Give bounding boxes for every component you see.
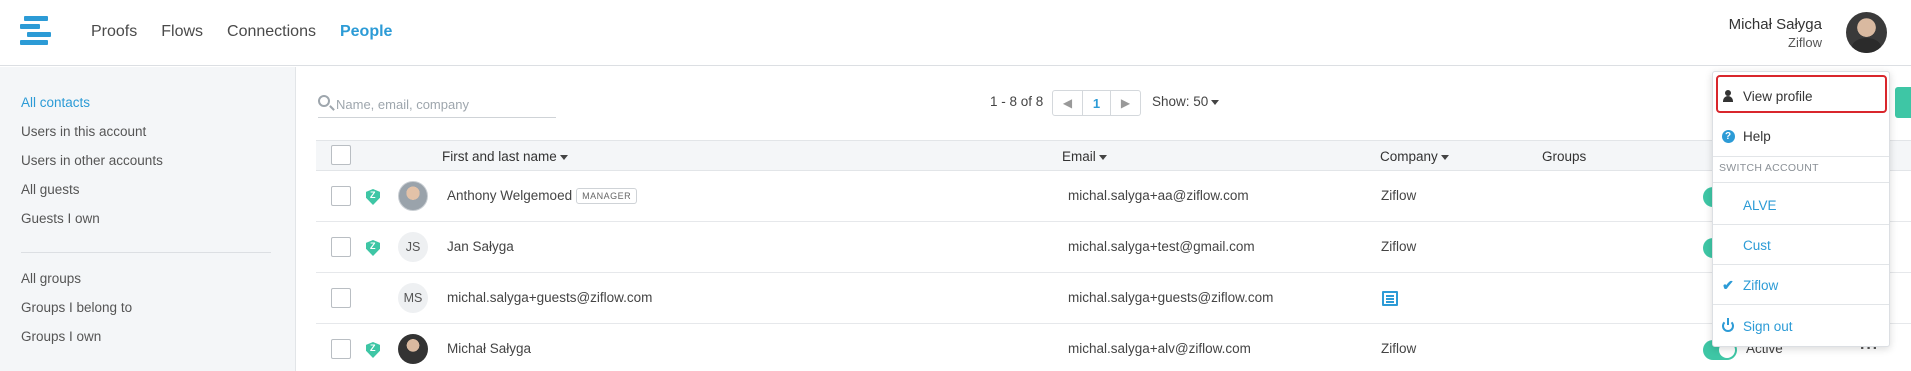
- column-name[interactable]: First and last name: [442, 149, 568, 164]
- sidebar-item-all-contacts[interactable]: All contacts: [21, 95, 90, 110]
- column-company-label: Company: [1380, 149, 1438, 164]
- row-checkbox[interactable]: [331, 339, 351, 359]
- menu-account-ziflow[interactable]: ✔ Ziflow: [1713, 265, 1889, 305]
- person-company: Ziflow: [1381, 341, 1417, 356]
- next-page-button[interactable]: ▶: [1111, 91, 1140, 115]
- table-row[interactable]: JS Jan Sałyga michal.salyga+test@gmail.c…: [316, 222, 1911, 273]
- page-size-label: Show: 50: [1152, 94, 1209, 109]
- table-row[interactable]: Anthony WelgemoedMANAGER michal.salyga+a…: [316, 171, 1911, 222]
- column-name-label: First and last name: [442, 149, 557, 164]
- sidebar-item-all-guests[interactable]: All guests: [21, 182, 80, 197]
- menu-divider: [1713, 304, 1889, 305]
- menu-sign-out[interactable]: Sign out: [1713, 306, 1889, 346]
- zshield-icon: [366, 189, 380, 205]
- nav-people[interactable]: People: [340, 23, 392, 41]
- menu-view-profile-label: View profile: [1743, 88, 1813, 104]
- menu-view-profile[interactable]: View profile: [1713, 76, 1889, 116]
- person-name[interactable]: Anthony Welgemoed MANAGER: [447, 188, 638, 205]
- avatar: [398, 181, 428, 211]
- top-navbar: Proofs Flows Connections People Michał S…: [0, 0, 1911, 66]
- row-checkbox[interactable]: [331, 186, 351, 206]
- sidebar-item-groups-i-belong[interactable]: Groups I belong to: [21, 300, 132, 315]
- person-name[interactable]: michal.salyga+guests@ziflow.com: [447, 290, 652, 305]
- nav-proofs[interactable]: Proofs: [91, 23, 137, 41]
- menu-sign-out-label: Sign out: [1743, 318, 1793, 334]
- menu-divider: [1713, 182, 1889, 183]
- page-size-select[interactable]: Show: 50: [1152, 94, 1220, 109]
- person-icon: [1723, 90, 1733, 102]
- avatar: [398, 334, 428, 364]
- person-company: Ziflow: [1381, 188, 1417, 203]
- caret-down-icon: [1211, 99, 1220, 105]
- account-label: Ziflow: [1743, 277, 1779, 293]
- row-checkbox[interactable]: [331, 237, 351, 257]
- person-email: michal.salyga+test@gmail.com: [1068, 239, 1255, 254]
- nav-flows[interactable]: Flows: [161, 23, 203, 41]
- prev-page-button[interactable]: ◀: [1053, 91, 1082, 115]
- person-name[interactable]: Jan Sałyga: [447, 239, 514, 254]
- sidebar-item-guests-i-own[interactable]: Guests I own: [21, 211, 100, 226]
- search-box: [318, 92, 556, 118]
- sidebar: All contacts Users in this account Users…: [0, 67, 296, 371]
- table-row[interactable]: Michał Sałyga michal.salyga+alv@ziflow.c…: [316, 324, 1911, 371]
- sidebar-item-groups-i-own[interactable]: Groups I own: [21, 329, 101, 344]
- table-row[interactable]: MS michal.salyga+guests@ziflow.com micha…: [316, 273, 1911, 324]
- person-email: michal.salyga+alv@ziflow.com: [1068, 341, 1251, 356]
- user-avatar[interactable]: [1846, 12, 1887, 53]
- sidebar-item-users-this-account[interactable]: Users in this account: [21, 124, 146, 139]
- power-icon: [1722, 318, 1734, 332]
- role-badge: MANAGER: [576, 188, 638, 205]
- sort-caret-icon: [1440, 154, 1449, 160]
- menu-account-cust[interactable]: Cust: [1713, 225, 1889, 265]
- person-company: Ziflow: [1381, 239, 1417, 254]
- avatar: JS: [398, 232, 428, 262]
- select-all-checkbox[interactable]: [331, 145, 351, 165]
- search-input[interactable]: [336, 92, 554, 116]
- column-email-label: Email: [1062, 149, 1096, 164]
- person-name-text: Anthony Welgemoed: [447, 188, 573, 203]
- user-menu-dropdown: View profile ? Help SWITCH ACCOUNT ALVE …: [1712, 71, 1890, 347]
- menu-divider: [1713, 156, 1889, 157]
- switch-account-header: SWITCH ACCOUNT: [1719, 162, 1819, 174]
- row-checkbox[interactable]: [331, 288, 351, 308]
- table-header: First and last name Email Company Groups: [316, 140, 1911, 171]
- zshield-icon: [366, 342, 380, 358]
- pagination: ◀ 1 ▶: [1052, 90, 1141, 116]
- person-email: michal.salyga+aa@ziflow.com: [1068, 188, 1249, 203]
- nav-connections[interactable]: Connections: [227, 23, 316, 41]
- sort-caret-icon: [559, 154, 568, 160]
- menu-help-label: Help: [1743, 128, 1771, 144]
- person-name[interactable]: Michał Sałyga: [447, 341, 531, 356]
- menu-account-alve[interactable]: ALVE: [1713, 185, 1889, 225]
- account-label: Cust: [1743, 237, 1771, 253]
- result-range: 1 - 8 of 8: [990, 94, 1044, 109]
- sort-caret-icon: [1098, 154, 1107, 160]
- sidebar-divider: [21, 252, 271, 253]
- avatar: MS: [398, 283, 428, 313]
- sidebar-item-all-groups[interactable]: All groups: [21, 271, 81, 286]
- main-nav: Proofs Flows Connections People: [91, 23, 392, 41]
- check-icon: ✔: [1722, 276, 1734, 293]
- zshield-icon: [366, 240, 380, 256]
- page-number-button[interactable]: 1: [1082, 91, 1111, 115]
- add-person-button[interactable]: [1895, 87, 1911, 118]
- company-card-icon: [1382, 291, 1398, 306]
- chevron-left-icon: ◀: [1062, 96, 1073, 110]
- column-groups: Groups: [1542, 149, 1587, 164]
- person-email: michal.salyga+guests@ziflow.com: [1068, 290, 1274, 305]
- account-label: ALVE: [1743, 197, 1777, 213]
- column-email[interactable]: Email: [1062, 149, 1107, 164]
- sidebar-item-users-other-accounts[interactable]: Users in other accounts: [21, 153, 163, 168]
- user-name[interactable]: Michał Sałyga: [1729, 15, 1822, 35]
- ziflow-logo-icon[interactable]: [20, 16, 51, 46]
- help-icon: ?: [1721, 129, 1735, 143]
- column-company[interactable]: Company: [1380, 149, 1449, 164]
- search-icon: [318, 95, 330, 107]
- user-org: Ziflow: [1788, 35, 1822, 50]
- menu-help[interactable]: ? Help: [1713, 116, 1889, 156]
- chevron-right-icon: ▶: [1120, 96, 1131, 110]
